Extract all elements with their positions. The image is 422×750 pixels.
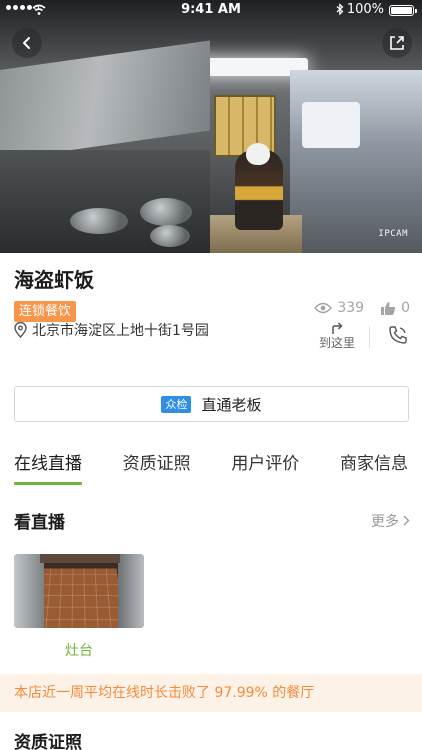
- thumbnail-scene-pipe: [40, 554, 120, 563]
- live-video-player[interactable]: IPCAM: [0, 0, 422, 253]
- battery-percentage: 100%: [346, 2, 384, 17]
- navigate-label: 到这里: [318, 336, 355, 350]
- live-section-header: 看直播 更多: [14, 508, 410, 533]
- bluetooth-icon: [336, 3, 344, 16]
- store-stats: 339 0: [314, 300, 410, 316]
- phone-icon: [389, 325, 407, 344]
- video-scene-pot: [150, 225, 190, 247]
- section-title: 看直播: [14, 513, 65, 533]
- eye-icon: [314, 302, 333, 314]
- store-address: 北京市海淀区上地十街1号园: [14, 320, 209, 340]
- detail-tabs: 在线直播 资质证照 用户评价 商家信息: [0, 449, 422, 489]
- store-category-tag: 连锁餐饮: [14, 301, 77, 322]
- tab-live[interactable]: 在线直播: [14, 449, 82, 487]
- turn-right-arrow-icon: [332, 322, 343, 334]
- online-rank-notice: 本店近一周平均在线时长击败了 97.99% 的餐厅: [0, 674, 422, 712]
- call-button[interactable]: [388, 325, 408, 349]
- video-scene-rack: [290, 70, 422, 253]
- status-bar: 9:41 AM 100%: [0, 0, 422, 20]
- address-text: 北京市海淀区上地十街1号园: [32, 323, 209, 339]
- video-scene-chef-hat: [246, 143, 270, 165]
- video-scene-wok: [140, 198, 192, 226]
- action-divider: [369, 325, 370, 348]
- video-watermark: IPCAM: [378, 229, 408, 239]
- store-name: 海盗虾饭: [14, 268, 94, 292]
- back-button[interactable]: [12, 28, 42, 58]
- share-icon: [390, 36, 404, 50]
- thumbnail-scene-steel: [118, 554, 144, 628]
- view-count: 339: [337, 300, 365, 316]
- video-scene-container: [302, 102, 360, 148]
- share-button[interactable]: [382, 28, 412, 58]
- more-label: 更多: [371, 513, 399, 530]
- battery-icon: [389, 5, 417, 16]
- store-actions: 到这里: [319, 322, 408, 351]
- tab-reviews[interactable]: 用户评价: [231, 449, 299, 487]
- chevron-right-icon: [403, 515, 410, 526]
- thumbnail-scene-steel: [14, 554, 44, 628]
- video-scene-wok: [70, 208, 128, 234]
- live-camera-thumbnail[interactable]: [14, 554, 144, 628]
- more-link[interactable]: 更多: [371, 511, 410, 531]
- like-count: 0: [401, 300, 410, 316]
- location-pin-icon: [14, 322, 27, 338]
- chevron-left-icon: [23, 37, 30, 49]
- qualifications-section-title: 资质证照: [14, 733, 82, 750]
- store-detail-page: IPCAM 9:41 AM 100% 海盗虾饭 连锁餐饮 339 0 北京市海淀…: [0, 0, 422, 750]
- thumbnail-scene-floor: [31, 568, 125, 628]
- direct-to-boss-label: 直通老板: [201, 395, 262, 414]
- thumbs-up-icon[interactable]: [380, 301, 396, 316]
- tab-qualifications[interactable]: 资质证照: [123, 449, 191, 487]
- tab-merchant-info[interactable]: 商家信息: [340, 449, 408, 487]
- live-camera-label[interactable]: 灶台: [14, 640, 144, 660]
- inspection-badge: 众检: [161, 395, 192, 413]
- navigate-button[interactable]: 到这里: [319, 322, 355, 351]
- direct-to-boss-button[interactable]: 众检 直通老板: [14, 386, 409, 422]
